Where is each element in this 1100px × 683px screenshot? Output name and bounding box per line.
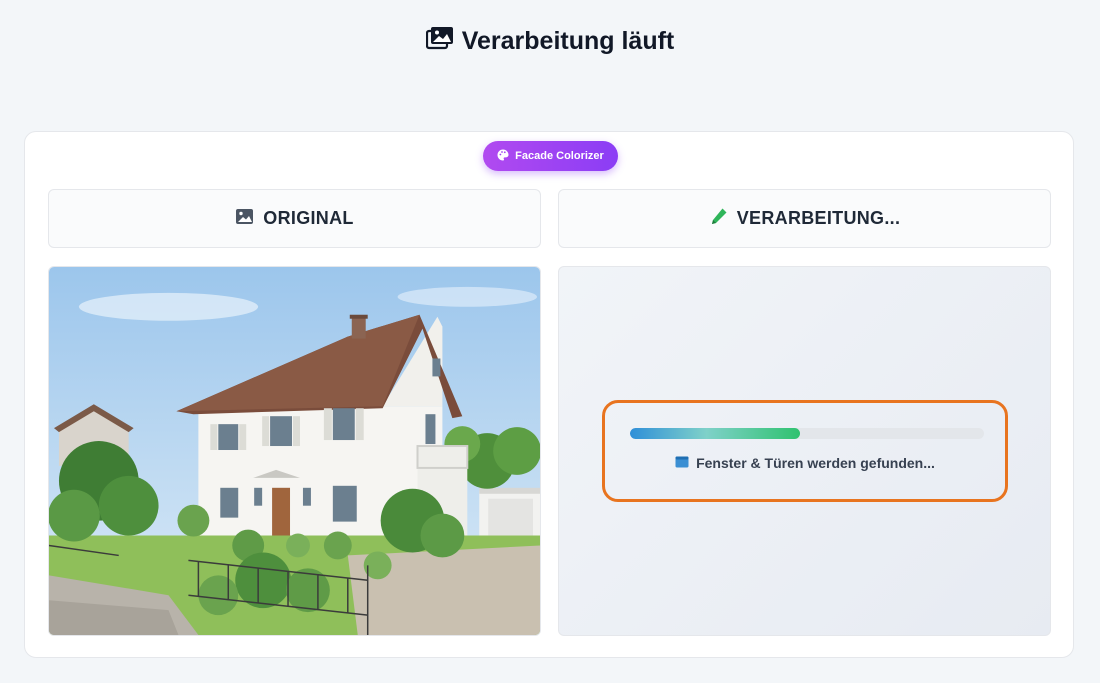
original-label: ORIGINAL [263,208,354,228]
palette-icon [497,149,509,164]
window-icon [675,455,689,471]
progress-fill [630,428,800,439]
progress-status-text: Fenster & Türen werden gefunden... [696,455,935,471]
page-title-text: Verarbeitung läuft [461,27,675,55]
page-title: Verarbeitung läuft [0,26,1100,57]
original-house-photo [48,266,541,636]
comparison-card: Facade Colorizer ORIGINAL VERARBEITUNG..… [24,131,1074,658]
processing-label: VERARBEITUNG... [736,208,901,228]
processing-preview-area: Fenster & Türen werden gefunden... [558,266,1051,636]
pencil-icon [709,207,728,231]
processing-panel-header: VERARBEITUNG... [558,189,1051,248]
image-icon [235,207,254,231]
progress-highlight-box: Fenster & Türen werden gefunden... [602,400,1008,502]
progress-track [630,428,984,439]
progress-status: Fenster & Türen werden gefunden... [605,455,1005,471]
badge-label: Facade Colorizer [515,150,604,162]
original-panel-header: ORIGINAL [48,189,541,248]
images-icon [425,26,454,57]
facade-colorizer-badge: Facade Colorizer [483,141,618,171]
